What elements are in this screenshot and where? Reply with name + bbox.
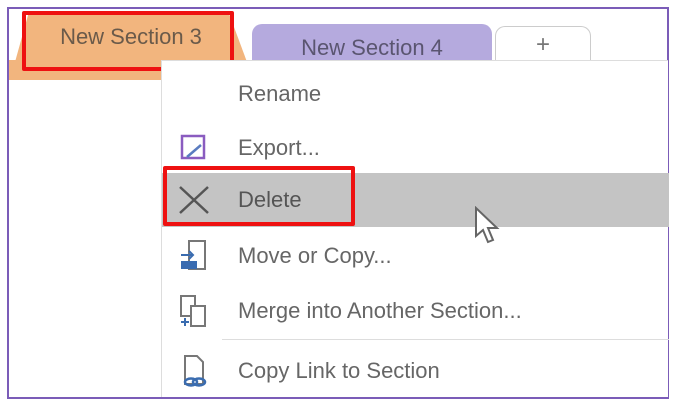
blank-icon — [170, 77, 218, 111]
menu-item-label: Merge into Another Section... — [238, 298, 522, 323]
merge-icon — [170, 294, 218, 328]
mouse-cursor-icon — [475, 206, 500, 244]
move-copy-icon — [170, 239, 218, 273]
menu-item-label: Move or Copy... — [238, 243, 392, 268]
tab-new-section-4[interactable]: New Section 4 — [252, 24, 492, 62]
link-icon — [170, 354, 218, 388]
highlight-box-delete — [163, 166, 355, 226]
tab-label: New Section 4 — [301, 35, 443, 60]
context-menu: Rename Export... Delete Move or Copy... … — [161, 60, 669, 398]
menu-item-copy-link[interactable]: Copy Link to Section — [162, 344, 669, 398]
menu-separator — [222, 339, 669, 340]
export-icon — [170, 131, 218, 165]
add-section-button[interactable]: + — [495, 26, 591, 62]
menu-item-rename[interactable]: Rename — [162, 67, 669, 121]
menu-item-merge[interactable]: Merge into Another Section... — [162, 284, 669, 338]
menu-item-label: Copy Link to Section — [238, 358, 440, 383]
menu-item-move-or-copy[interactable]: Move or Copy... — [162, 229, 669, 283]
plus-icon: + — [535, 30, 550, 58]
menu-item-label: Rename — [238, 81, 322, 106]
menu-item-label: Export... — [238, 135, 320, 160]
